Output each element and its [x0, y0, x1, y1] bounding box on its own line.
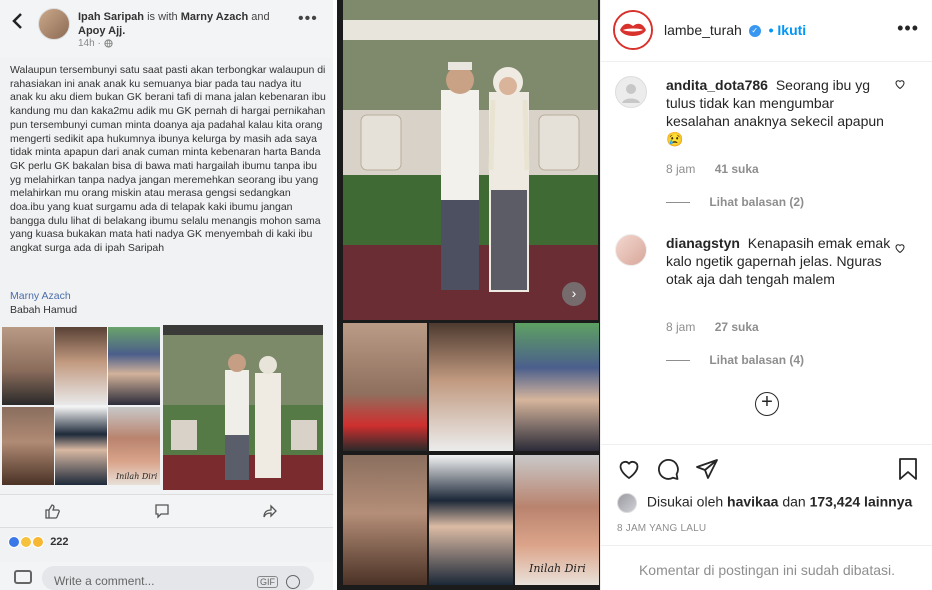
collage-photo: Inilah Diri — [108, 407, 160, 485]
fb-wedding-photo[interactable] — [163, 325, 323, 490]
comment-text: andita_dota786 Seorang ibu yg tulus tida… — [666, 76, 891, 148]
more-options-icon[interactable]: ••• — [897, 18, 919, 39]
comment-meta: 8 jam 27 suka — [666, 320, 759, 334]
ig-username[interactable]: lambe_turah — [664, 22, 742, 38]
like-icon[interactable] — [44, 503, 60, 522]
comments-restricted-notice: Komentar di postingan ini sudah dibatasi… — [601, 545, 932, 590]
replies-line — [666, 360, 690, 362]
facebook-post: Ipah Saripah is with Marny Azach and Apo… — [0, 0, 333, 590]
collage-photo: Inilah Diri — [515, 455, 599, 585]
collage-photo — [343, 455, 427, 585]
bookmark-icon[interactable] — [897, 457, 919, 486]
reaction-count: 222 — [50, 536, 69, 549]
fb-with-text: is with — [147, 11, 178, 23]
ig-user-line: lambe_turah ✓ • Ikuti — [664, 22, 806, 38]
ig-post-header: lambe_turah ✓ • Ikuti ••• — [601, 0, 932, 62]
comment-placeholder: Write a comment... — [54, 574, 155, 588]
wedding-photo — [343, 0, 598, 320]
comment-icon[interactable] — [656, 457, 680, 486]
fb-post-body: Walaupun tersembunyi satu saat pasti aka… — [10, 64, 326, 255]
fb-tagged-1[interactable]: Marny Azach — [181, 11, 248, 23]
fb-tag-plain: Babah Hamud — [10, 304, 78, 316]
emoji-icon[interactable] — [286, 575, 300, 589]
collage-photo — [343, 323, 427, 451]
sad-reaction-icon — [32, 536, 45, 549]
liked-prefix: Disukai oleh — [646, 493, 724, 510]
gif-icon[interactable]: GIF — [257, 576, 278, 588]
collage-photo — [515, 323, 599, 451]
like-reaction-icon — [8, 536, 20, 549]
fb-photo-collage[interactable]: Inilah Diri — [0, 325, 160, 490]
share-icon[interactable] — [695, 457, 719, 486]
chevron-right-icon: › — [571, 285, 577, 301]
liked-user[interactable]: havikaa — [727, 494, 778, 510]
collage-photo — [429, 323, 513, 451]
follow-button[interactable]: • Ikuti — [769, 22, 807, 38]
view-replies-label: Lihat balasan (2) — [709, 195, 805, 209]
fb-reactions[interactable]: 222 — [8, 536, 69, 549]
collage-photo — [429, 455, 513, 585]
load-more-comments-icon[interactable]: + — [755, 392, 779, 416]
replies-line — [666, 202, 690, 204]
author-avatar[interactable] — [38, 8, 70, 40]
comment-icon[interactable] — [154, 503, 170, 522]
commenter-avatar[interactable] — [615, 76, 647, 108]
wow-reaction-icon — [20, 536, 33, 549]
liker-avatar[interactable] — [617, 493, 637, 513]
collage-caption: Inilah Diri — [116, 472, 158, 481]
liked-mid: dan — [782, 493, 806, 510]
instagram-post-image[interactable]: Inilah Diri — [337, 0, 600, 590]
heart-icon[interactable] — [617, 457, 641, 486]
fb-tagged-2[interactable]: Apoy Ajj. — [78, 25, 125, 37]
next-image-button[interactable]: › — [562, 282, 586, 306]
view-replies-button[interactable]: Lihat balasan (4) — [666, 353, 804, 367]
share-icon[interactable] — [262, 503, 278, 522]
fb-post-time: 14h · — [78, 38, 113, 49]
more-options-icon[interactable]: ••• — [298, 10, 318, 28]
verified-badge-icon: ✓ — [748, 25, 761, 38]
fb-time-text: 14h · — [78, 38, 104, 49]
collage-photo — [2, 407, 54, 485]
comment-likes[interactable]: 41 suka — [715, 162, 759, 176]
post-date[interactable]: 8 JAM YANG LALU — [617, 523, 706, 534]
lips-logo-icon — [615, 12, 651, 48]
ig-profile-avatar[interactable] — [613, 10, 653, 50]
collage-photo — [108, 327, 160, 405]
collage-caption: Inilah Diri — [529, 562, 586, 575]
fb-author-line: Ipah Saripah is with Marny Azach and Apo… — [78, 10, 288, 38]
facebook-screenshot: Ipah Saripah is with Marny Azach and Apo… — [0, 0, 333, 590]
comment-time: 8 jam — [666, 162, 696, 176]
ig-post-footer: Disukai oleh havikaa dan 173,424 lainnya… — [601, 444, 932, 590]
collage-photo — [55, 407, 107, 485]
fb-post-header: Ipah Saripah is with Marny Azach and Apo… — [0, 0, 333, 58]
comment-item: dianagstyn Kenapasih emak emak kalo nget… — [615, 234, 920, 374]
default-user-icon — [622, 84, 640, 103]
comment-likes[interactable]: 27 suka — [715, 320, 759, 334]
fb-tag-link[interactable]: Marny Azach — [10, 290, 71, 302]
comment-username[interactable]: andita_dota786 — [666, 77, 768, 93]
collage-photo — [55, 327, 107, 405]
likes-summary: Disukai oleh havikaa dan 173,424 lainnya — [617, 493, 912, 513]
comment-username[interactable]: dianagstyn — [666, 235, 740, 251]
commenter-avatar[interactable] — [615, 234, 647, 266]
instagram-sidebar: lambe_turah ✓ • Ikuti ••• andita_dota786… — [600, 0, 932, 590]
comment-item: andita_dota786 Seorang ibu yg tulus tida… — [615, 76, 920, 216]
view-replies-button[interactable]: Lihat balasan (2) — [666, 195, 804, 209]
comment-time: 8 jam — [666, 320, 696, 334]
heart-icon[interactable] — [894, 78, 906, 93]
comment-meta: 8 jam 41 suka — [666, 162, 759, 176]
write-comment-input[interactable]: Write a comment... GIF — [42, 566, 314, 590]
liked-count[interactable]: 173,424 lainnya — [810, 494, 913, 510]
collage-photo — [2, 327, 54, 405]
back-icon[interactable] — [10, 12, 24, 36]
fb-comment-bar: Write a comment... GIF — [0, 562, 333, 590]
heart-icon[interactable] — [894, 242, 906, 257]
fb-author-name[interactable]: Ipah Saripah — [78, 11, 144, 23]
view-replies-label: Lihat balasan (4) — [709, 353, 805, 367]
comment-text: dianagstyn Kenapasih emak emak kalo nget… — [666, 234, 891, 288]
globe-icon — [103, 39, 113, 48]
camera-icon[interactable] — [14, 570, 32, 584]
fb-and-text: and — [251, 11, 270, 23]
fb-action-bar — [0, 494, 333, 528]
